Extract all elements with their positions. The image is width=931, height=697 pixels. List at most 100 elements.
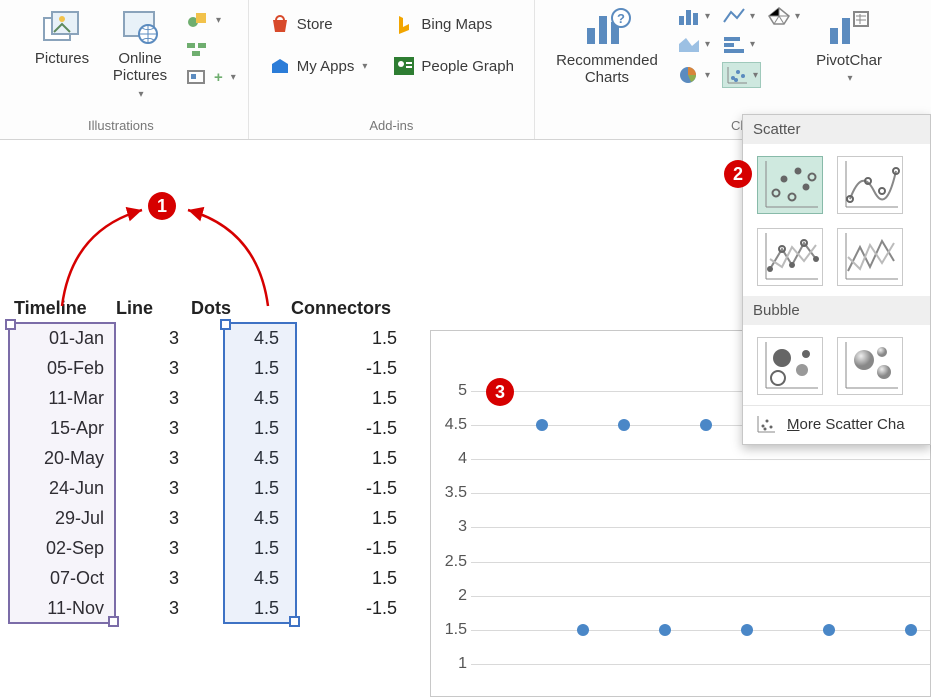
scatter-type-markers[interactable] bbox=[757, 156, 823, 214]
cell[interactable]: -1.5 bbox=[285, 473, 403, 503]
table-row[interactable]: 11-Mar34.51.5 bbox=[8, 383, 403, 413]
chart-scatter-button[interactable]: ▾ bbox=[722, 62, 761, 88]
shapes-button[interactable]: ▾ bbox=[182, 8, 240, 32]
myapps-button[interactable]: My Apps ▾ bbox=[265, 54, 372, 78]
data-point bbox=[700, 419, 712, 431]
y-tick: 4.5 bbox=[433, 416, 467, 434]
cell[interactable]: 1.5 bbox=[285, 443, 403, 473]
chevron-down-icon: ▾ bbox=[362, 61, 367, 72]
cell[interactable]: 1.5 bbox=[285, 383, 403, 413]
pictures-label: Pictures bbox=[35, 50, 89, 67]
pivotchart-button[interactable]: PivotChar ▾ bbox=[806, 4, 892, 84]
cell[interactable]: 1.5 bbox=[185, 413, 285, 443]
cell[interactable]: 3 bbox=[110, 383, 185, 413]
cell[interactable]: 1.5 bbox=[185, 473, 285, 503]
table-row[interactable]: 15-Apr31.5-1.5 bbox=[8, 413, 403, 443]
screenshot-button[interactable]: +▾ bbox=[182, 66, 240, 88]
cell[interactable]: 01-Jan bbox=[8, 323, 110, 353]
bubble-heading: Bubble bbox=[743, 296, 930, 325]
cell[interactable]: 1.5 bbox=[185, 353, 285, 383]
cell[interactable]: 4.5 bbox=[185, 383, 285, 413]
radar-chart-icon bbox=[767, 6, 791, 26]
scatter-chart-icon bbox=[725, 65, 749, 85]
cell[interactable]: 11-Mar bbox=[8, 383, 110, 413]
online-pictures-button[interactable]: Online Pictures ▾ bbox=[104, 4, 176, 100]
annotation-badge-2: 2 bbox=[724, 160, 752, 188]
table-row[interactable]: 24-Jun31.5-1.5 bbox=[8, 473, 403, 503]
cell[interactable]: 3 bbox=[110, 503, 185, 533]
more-scatter-charts[interactable]: More Scatter Cha bbox=[743, 405, 930, 444]
cell[interactable]: 1.5 bbox=[285, 563, 403, 593]
pivotchart-label: PivotChar bbox=[816, 52, 882, 69]
chart-radar-button[interactable]: ▾ bbox=[767, 6, 800, 26]
cell[interactable]: 3 bbox=[110, 443, 185, 473]
cell[interactable]: 3 bbox=[110, 473, 185, 503]
cell[interactable]: 4.5 bbox=[185, 443, 285, 473]
chart-pie-button[interactable]: ▾ bbox=[677, 65, 710, 85]
chart-line-button[interactable]: ▾ bbox=[722, 6, 755, 26]
cell[interactable]: -1.5 bbox=[285, 593, 403, 623]
cell[interactable]: 15-Apr bbox=[8, 413, 110, 443]
cell[interactable]: 1.5 bbox=[185, 533, 285, 563]
cell[interactable]: 1.5 bbox=[185, 593, 285, 623]
peoplegraph-button[interactable]: People Graph bbox=[389, 54, 518, 78]
chart-hbar-button[interactable]: ▾ bbox=[722, 34, 755, 54]
table-row[interactable]: 07-Oct34.51.5 bbox=[8, 563, 403, 593]
cell[interactable]: 05-Feb bbox=[8, 353, 110, 383]
cell[interactable]: -1.5 bbox=[285, 353, 403, 383]
cell[interactable]: 4.5 bbox=[185, 323, 285, 353]
cell[interactable]: -1.5 bbox=[285, 413, 403, 443]
bubble-type-2d[interactable] bbox=[757, 337, 823, 395]
y-tick: 4 bbox=[433, 450, 467, 468]
cell[interactable]: 3 bbox=[110, 413, 185, 443]
table-row[interactable]: 05-Feb31.5-1.5 bbox=[8, 353, 403, 383]
chart-bar-button[interactable]: ▾ bbox=[677, 6, 710, 26]
scatter-heading: Scatter bbox=[743, 115, 930, 144]
cell[interactable]: 29-Jul bbox=[8, 503, 110, 533]
cell[interactable]: 3 bbox=[110, 563, 185, 593]
cell[interactable]: 07-Oct bbox=[8, 563, 110, 593]
cell[interactable]: 11-Nov bbox=[8, 593, 110, 623]
area-chart-icon bbox=[677, 34, 701, 54]
screenshot-icon bbox=[186, 68, 208, 86]
table-row[interactable]: 20-May34.51.5 bbox=[8, 443, 403, 473]
cell[interactable]: 4.5 bbox=[185, 503, 285, 533]
recommended-charts-icon: ? bbox=[583, 8, 631, 48]
scatter-type-smooth-markers[interactable] bbox=[837, 156, 903, 214]
data-point bbox=[618, 419, 630, 431]
y-tick: 1 bbox=[433, 655, 467, 673]
table-row[interactable]: 02-Sep31.5-1.5 bbox=[8, 533, 403, 563]
cell[interactable]: 1.5 bbox=[285, 503, 403, 533]
cell[interactable]: 3 bbox=[110, 353, 185, 383]
cell[interactable]: 1.5 bbox=[285, 323, 403, 353]
group-label-charts: Cha bbox=[543, 114, 755, 139]
cell[interactable]: 4.5 bbox=[185, 563, 285, 593]
pictures-icon bbox=[40, 8, 84, 46]
y-tick: 2 bbox=[433, 587, 467, 605]
cell[interactable]: -1.5 bbox=[285, 533, 403, 563]
cell[interactable]: 24-Jun bbox=[8, 473, 110, 503]
recommended-charts-button[interactable]: ? Recommended Charts bbox=[543, 4, 671, 87]
cell[interactable]: 20-May bbox=[8, 443, 110, 473]
pictures-button[interactable]: Pictures bbox=[26, 4, 98, 67]
pivotchart-icon bbox=[826, 8, 872, 48]
scatter-type-straight[interactable] bbox=[837, 228, 903, 286]
cell[interactable]: 3 bbox=[110, 533, 185, 563]
myapps-icon bbox=[269, 56, 291, 76]
cell[interactable]: 3 bbox=[110, 323, 185, 353]
scatter-type-straight-markers[interactable] bbox=[757, 228, 823, 286]
cell[interactable]: 3 bbox=[110, 593, 185, 623]
store-button[interactable]: Store bbox=[265, 12, 372, 36]
table-row[interactable]: 29-Jul34.51.5 bbox=[8, 503, 403, 533]
bingmaps-button[interactable]: Bing Maps bbox=[389, 12, 518, 36]
line-chart-icon bbox=[722, 6, 746, 26]
table-row[interactable]: 11-Nov31.5-1.5 bbox=[8, 593, 403, 623]
hbar-chart-icon bbox=[722, 34, 746, 54]
cell[interactable]: 02-Sep bbox=[8, 533, 110, 563]
smartart-icon bbox=[186, 40, 208, 58]
chevron-down-icon: ▾ bbox=[138, 89, 143, 100]
bubble-type-3d[interactable] bbox=[837, 337, 903, 395]
smartart-button[interactable] bbox=[182, 38, 240, 60]
table-row[interactable]: 01-Jan34.51.5 bbox=[8, 323, 403, 353]
chart-area-button[interactable]: ▾ bbox=[677, 34, 710, 54]
